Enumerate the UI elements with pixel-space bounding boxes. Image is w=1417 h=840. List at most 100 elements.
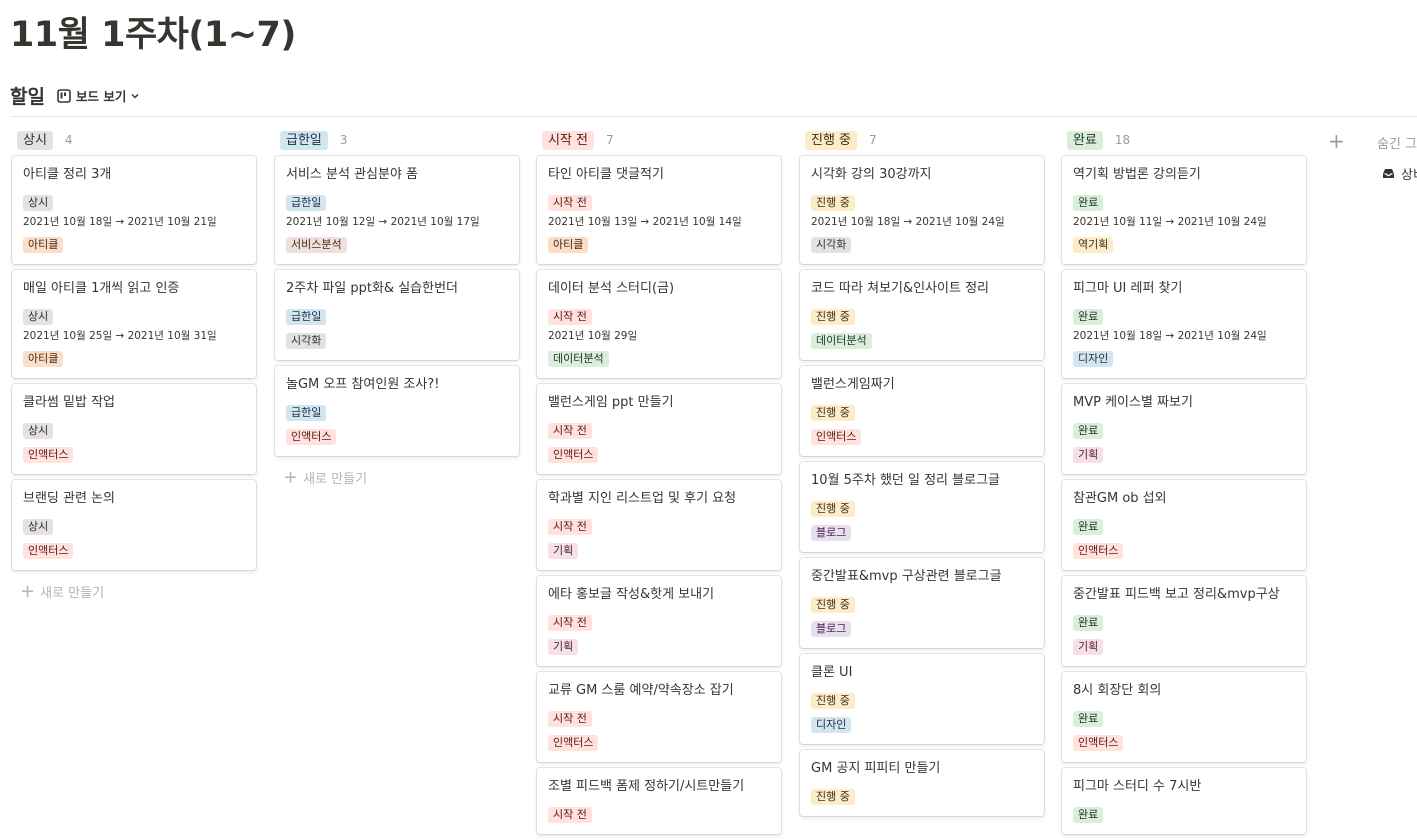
card-date: 2021년 10월 29일 — [548, 329, 771, 344]
card-category-tag: 시각화 — [811, 237, 851, 253]
card-title: 에타 홍보글 작성&핫게 보내기 — [548, 586, 771, 604]
database-title[interactable]: 할일 — [10, 82, 45, 109]
card-category-tag: 인액터스 — [548, 447, 598, 463]
board-card[interactable]: 시각화 강의 30강까지진행 중2021년 10월 18일 → 2021년 10… — [800, 156, 1044, 264]
board-card[interactable]: 참관GM ob 섭외완료인액터스 — [1062, 480, 1306, 570]
card-title: GM 공지 피피티 만들기 — [811, 760, 1034, 778]
board-card[interactable]: 매일 아티클 1개씩 읽고 인증상시2021년 10월 25일 → 2021년 … — [12, 270, 256, 378]
card-status-tag: 완료 — [1073, 615, 1103, 631]
column-header[interactable]: 완료18 — [1062, 124, 1308, 156]
card-date: 2021년 10월 25일 → 2021년 10월 31일 — [23, 329, 246, 344]
card-category-tag: 아티클 — [23, 351, 63, 367]
board-card[interactable]: 8시 회장단 회의완료인액터스 — [1062, 672, 1306, 762]
card-title: 아티클 정리 3개 — [23, 166, 246, 184]
card-status-tag: 상시 — [23, 519, 53, 535]
card-status-tag: 시작 전 — [548, 807, 592, 823]
board-card[interactable]: 타인 아티클 댓글적기시작 전 2021년 10월 13일 → 2021년 10월… — [537, 156, 781, 264]
board-card[interactable]: GM 공지 피피티 만들기진행 중 — [800, 750, 1044, 816]
board-card[interactable]: 피그마 UI 레퍼 찾기완료2021년 10월 18일 → 2021년 10월 … — [1062, 270, 1306, 378]
card-title: 학과별 지인 리스트업 및 후기 요청 — [548, 490, 771, 508]
card-category-tag: 기획 — [1073, 639, 1103, 655]
board-card[interactable]: 브랜딩 관련 논의상시인액터스 — [12, 480, 256, 570]
card-title: 시각화 강의 30강까지 — [811, 166, 1034, 184]
board-card[interactable]: 10월 5주차 했던 일 정리 블로그글진행 중블로그 — [800, 462, 1044, 552]
board-card[interactable]: 에타 홍보글 작성&핫게 보내기시작 전기획 — [537, 576, 781, 666]
card-status-tag: 완료 — [1073, 711, 1103, 727]
card-category-tag: 디자인 — [811, 717, 851, 733]
card-category-tag: 시각화 — [286, 333, 326, 349]
card-title: 밸런스게임짜기 — [811, 376, 1034, 394]
card-title: 밸런스게임 ppt 만들기 — [548, 394, 771, 412]
card-category-tag: 인액터스 — [548, 735, 598, 751]
card-status-tag: 진행 중 — [811, 501, 855, 517]
card-title: 타인 아티클 댓글적기 — [548, 166, 771, 184]
board-column: 진행 중 7 시각화 강의 30강까지진행 중2021년 10월 18일 → 202… — [800, 124, 1046, 822]
plus-icon: + — [283, 471, 298, 485]
card-status-tag: 상시 — [23, 423, 53, 439]
card-status-tag: 진행 중 — [811, 405, 855, 421]
card-status-tag: 진행 중 — [811, 309, 855, 325]
view-switcher[interactable]: 보드 보기 — [57, 86, 145, 105]
card-category-tag: 인액터스 — [23, 447, 73, 463]
card-title: 클라썸 밑밥 작업 — [23, 394, 246, 412]
database-header: 할일 보드 보기 — [10, 82, 145, 109]
board-card[interactable]: 학과별 지인 리스트업 및 후기 요청시작 전기획 — [537, 480, 781, 570]
card-category-tag: 데이터분석 — [811, 333, 872, 349]
card-status-tag: 완료 — [1073, 195, 1103, 211]
board-card[interactable]: 교류 GM 스룸 예약/약속장소 잡기시작 전인액터스 — [537, 672, 781, 762]
card-status-tag: 상시 — [23, 309, 53, 325]
card-title: 서비스 분석 관심분야 폼 — [286, 166, 509, 184]
board-card[interactable]: MVP 케이스별 짜보기완료기획 — [1062, 384, 1306, 474]
board-card[interactable]: 역기획 방법론 강의듣기완료2021년 10월 11일 → 2021년 10월 … — [1062, 156, 1306, 264]
column-count: 7 — [606, 133, 614, 147]
card-category-tag: 인액터스 — [23, 543, 73, 559]
board-card[interactable]: 놀GM 오프 참여인원 조사?!급한일인액터스 — [275, 366, 519, 456]
card-status-tag: 완료 — [1073, 309, 1103, 325]
card-title: 중간발표&mvp 구상관련 블로그글 — [811, 568, 1034, 586]
card-status-tag: 급한일 — [286, 405, 326, 421]
inbox-icon — [1382, 167, 1395, 180]
card-title: 8시 회장단 회의 — [1073, 682, 1296, 700]
card-title: 브랜딩 관련 논의 — [23, 490, 246, 508]
board-view-icon — [57, 89, 71, 103]
card-status-tag: 시작 전 — [548, 615, 592, 631]
board-card[interactable]: 서비스 분석 관심분야 폼급한일2021년 10월 12일 → 2021년 10… — [275, 156, 519, 264]
header-divider — [10, 116, 1417, 117]
card-status-tag: 진행 중 — [811, 693, 855, 709]
column-count: 7 — [869, 133, 877, 147]
card-status-tag: 진행 중 — [811, 789, 855, 805]
board-card[interactable]: 중간발표 피드백 보고 정리&mvp구상완료기획 — [1062, 576, 1306, 666]
board-card[interactable]: 클라썸 밑밥 작업상시인액터스 — [12, 384, 256, 474]
board-card[interactable]: 중간발표&mvp 구상관련 블로그글진행 중블로그 — [800, 558, 1044, 648]
column-header[interactable]: 상시4 — [12, 124, 258, 156]
card-category-tag: 기획 — [548, 543, 578, 559]
column-header[interactable]: 진행 중 7 — [800, 124, 1046, 156]
board-card[interactable]: 피그마 스터디 수 7시반완료 — [1062, 768, 1306, 834]
card-status-tag: 완료 — [1073, 519, 1103, 535]
board-column: 급한일3서비스 분석 관심분야 폼급한일2021년 10월 12일 → 2021… — [275, 124, 521, 493]
card-title: 피그마 UI 레퍼 찾기 — [1073, 280, 1296, 298]
column-header[interactable]: 급한일3 — [275, 124, 521, 156]
board-card[interactable]: 밸런스게임 ppt 만들기시작 전인액터스 — [537, 384, 781, 474]
card-status-tag: 시작 전 — [548, 195, 592, 211]
card-date: 2021년 10월 13일 → 2021년 10월 14일 — [548, 215, 771, 230]
board-card[interactable]: 코드 따라 쳐보기&인사이트 정리진행 중데이터분석 — [800, 270, 1044, 360]
column-header[interactable]: 시작 전7 — [537, 124, 783, 156]
board-card[interactable]: 클론 UI진행 중디자인 — [800, 654, 1044, 744]
column-status-pill: 진행 중 — [805, 131, 857, 150]
card-status-tag: 완료 — [1073, 423, 1103, 439]
card-title: 10월 5주차 했던 일 정리 블로그글 — [811, 472, 1034, 490]
board-card[interactable]: 2주차 파일 ppt화& 실습한번더급한일시각화 — [275, 270, 519, 360]
hidden-groups-label: 숨긴 그 — [1377, 133, 1417, 152]
add-group-button[interactable]: + — [1328, 129, 1345, 153]
board-card[interactable]: 밸런스게임짜기진행 중인액터스 — [800, 366, 1044, 456]
card-status-tag: 시작 전 — [548, 309, 592, 325]
card-title: 교류 GM 스룸 예약/약속장소 잡기 — [548, 682, 771, 700]
hidden-group-item[interactable]: 상비 — [1382, 164, 1417, 183]
new-card-button[interactable]: +새로 만들기 — [275, 462, 521, 493]
board-card[interactable]: 아티클 정리 3개상시2021년 10월 18일 → 2021년 10월 21일… — [12, 156, 256, 264]
new-card-button[interactable]: +새로 만들기 — [12, 576, 258, 607]
board-card[interactable]: 조별 피드백 폼제 정하기/시트만들기시작 전 — [537, 768, 781, 834]
card-category-tag: 인액터스 — [811, 429, 861, 445]
board-card[interactable]: 데이터 분석 스터디(금)시작 전2021년 10월 29일데이터분석 — [537, 270, 781, 378]
